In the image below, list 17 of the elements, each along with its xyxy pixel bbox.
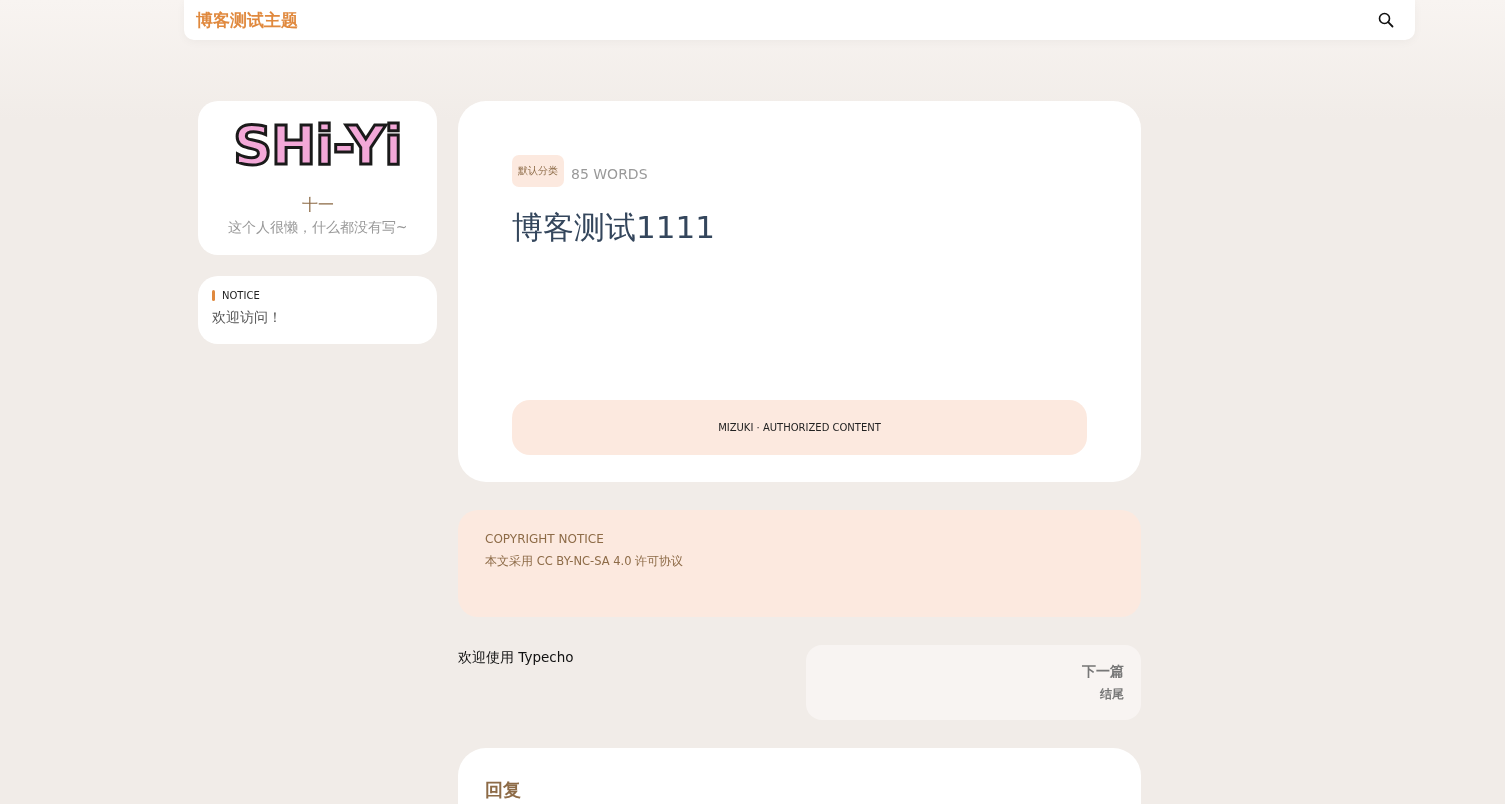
post-title: 博客测试1111 — [512, 208, 716, 247]
author-bio: 这个人很懒，什么都没有写~ — [227, 219, 408, 237]
authorized-banner: MIZUKI · AUTHORIZED CONTENT — [512, 400, 1087, 455]
category-tag[interactable]: 默认分类 — [512, 155, 564, 187]
notice-title: NOTICE — [222, 290, 260, 301]
next-post-card[interactable]: 下一篇 结尾 — [806, 645, 1141, 720]
copyright-title: COPYRIGHT NOTICE — [485, 532, 605, 546]
logo: SHi-Yi — [233, 113, 402, 179]
copyright-text: 本文采用 CC BY-NC-SA 4.0 许可协议 — [485, 554, 685, 569]
word-count: 85 WORDS — [571, 166, 648, 182]
site-title[interactable]: 博客测试主题 — [196, 8, 298, 32]
search-icon[interactable] — [1377, 11, 1395, 29]
author-name: 十一 — [301, 195, 334, 216]
notice-text: 欢迎访问！ — [212, 309, 283, 327]
accent-bar — [212, 290, 215, 301]
previous-post-link[interactable]: 欢迎使用 Typecho — [458, 649, 574, 720]
reply-title: 回复 — [485, 778, 522, 802]
